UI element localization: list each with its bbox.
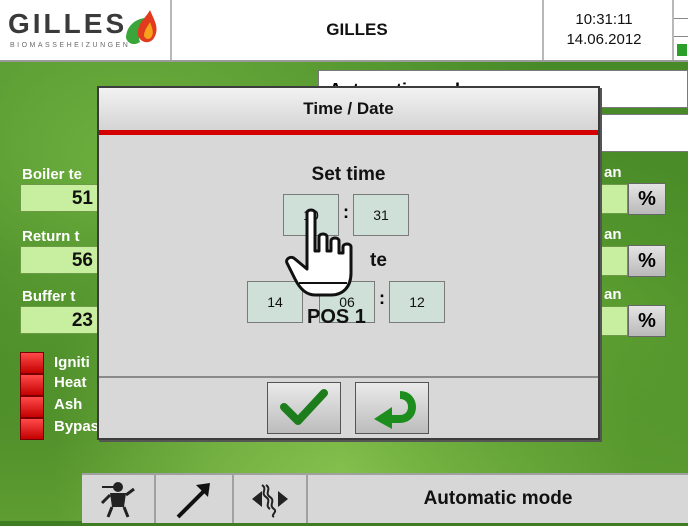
meter-divider bbox=[674, 36, 688, 37]
status-indicator-ignition bbox=[20, 352, 44, 374]
flow-button[interactable] bbox=[234, 475, 308, 523]
right-label-1: an bbox=[604, 164, 622, 181]
diagonal-arrow-icon bbox=[176, 483, 210, 519]
right-label-3: an bbox=[604, 286, 622, 303]
dialog-divider bbox=[99, 376, 598, 378]
right-value-1 bbox=[596, 184, 628, 214]
flow-arrows-icon bbox=[252, 484, 288, 518]
secondary-field[interactable] bbox=[596, 114, 688, 152]
status-label-ignition: Igniti bbox=[54, 354, 90, 371]
boiler-temp-label: Boiler te bbox=[22, 166, 83, 183]
footer-bar: Automatic mode bbox=[82, 473, 688, 523]
checkmark-icon bbox=[280, 389, 328, 425]
right-value-3 bbox=[596, 306, 628, 336]
header-bar: GILLES BIOMASSEHEIZUNGEN GILLES 10:31:11… bbox=[0, 0, 688, 62]
clock-date: 14.06.2012 bbox=[566, 31, 642, 48]
set-date-label: te bbox=[370, 250, 387, 271]
mode-status[interactable]: Automatic mode bbox=[308, 475, 688, 523]
percent-button-2[interactable]: % bbox=[628, 245, 666, 277]
chimney-sweep-icon bbox=[100, 482, 135, 518]
dialog-title: Time / Date bbox=[99, 88, 598, 130]
chimney-sweep-button[interactable] bbox=[82, 475, 156, 523]
back-arrow-icon bbox=[374, 391, 416, 429]
status-indicator-heat bbox=[20, 374, 44, 396]
logo: GILLES BIOMASSEHEIZUNGEN bbox=[8, 8, 158, 54]
cursor-position-label: POS 1 bbox=[307, 306, 366, 328]
logo-text: GILLES bbox=[8, 8, 128, 39]
buffer-temp-value: 23 bbox=[20, 306, 100, 334]
return-temp-label: Return t bbox=[22, 228, 80, 245]
app-title: GILLES bbox=[170, 0, 544, 60]
meter-divider bbox=[674, 18, 688, 19]
dialog-title-underline bbox=[99, 130, 598, 135]
hand-pointer-icon bbox=[285, 207, 365, 304]
set-time-label: Set time bbox=[311, 164, 386, 185]
year-field[interactable]: 12 bbox=[389, 281, 445, 323]
boiler-temp-value: 51 bbox=[20, 184, 100, 212]
buffer-temp-label: Buffer t bbox=[22, 288, 76, 305]
status-indicator-bypass bbox=[20, 418, 44, 440]
diagonal-arrow-button[interactable] bbox=[156, 475, 234, 523]
clock[interactable]: 10:31:11 14.06.2012 bbox=[545, 10, 663, 50]
date-separator: : bbox=[379, 288, 385, 308]
confirm-button[interactable] bbox=[267, 382, 341, 434]
status-label-ash: Ash bbox=[54, 396, 83, 413]
logo-subtitle: BIOMASSEHEIZUNGEN bbox=[10, 42, 131, 49]
clock-time: 10:31:11 bbox=[575, 11, 633, 28]
status-indicator-ash bbox=[20, 396, 44, 418]
status-label-heat: Heat bbox=[54, 374, 87, 391]
meter-level-bar bbox=[677, 44, 687, 56]
percent-button-3[interactable]: % bbox=[628, 305, 666, 337]
percent-button-1[interactable]: % bbox=[628, 183, 666, 215]
back-button[interactable] bbox=[355, 382, 429, 434]
level-meter bbox=[672, 0, 688, 60]
return-temp-value: 56 bbox=[20, 246, 100, 274]
right-label-2: an bbox=[604, 226, 622, 243]
